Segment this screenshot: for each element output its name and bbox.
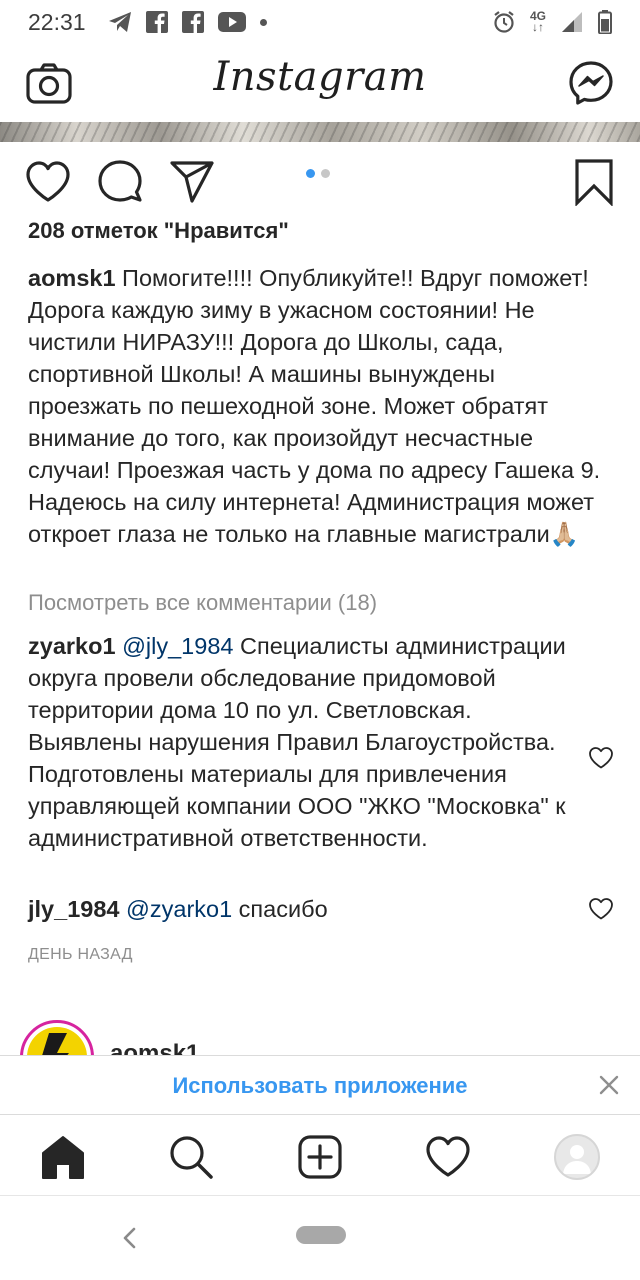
status-time: 22:31: [28, 8, 86, 35]
alarm-icon: [494, 11, 514, 33]
signal-icon: [562, 12, 582, 32]
share-direct-icon[interactable]: [168, 158, 216, 206]
comment-like-heart-icon[interactable]: [588, 746, 614, 770]
comment-icon[interactable]: [96, 158, 144, 206]
post-photo[interactable]: [0, 122, 640, 142]
bottom-navigation: [0, 1116, 640, 1196]
top-app-bar: Instagram: [0, 48, 640, 118]
network-type: 4G ↓↑: [529, 9, 546, 34]
carousel-dot-active: [306, 169, 315, 178]
profile-avatar[interactable]: [554, 1134, 600, 1180]
messenger-icon[interactable]: [568, 60, 614, 106]
telegram-icon: [108, 12, 131, 32]
caption-text: Помогите!!!! Опубликуйте!! Вдруг поможет…: [28, 265, 601, 547]
facebook-icon: [145, 11, 168, 33]
status-bar: 22:31 4G ↓↑: [0, 0, 640, 44]
view-all-comments-link[interactable]: Посмотреть все комментарии (18): [28, 590, 377, 616]
system-navigation-bar: [0, 1197, 640, 1280]
comment-username[interactable]: jly_1984: [28, 896, 119, 922]
open-app-banner: Использовать приложение: [0, 1055, 640, 1115]
carousel-indicator: [306, 169, 330, 178]
post-timestamp: ДЕНЬ НАЗАД: [28, 946, 133, 963]
comment-text: спасибо: [232, 896, 328, 922]
like-heart-icon[interactable]: [24, 158, 72, 206]
post-caption: aomsk1 Помогите!!!! Опубликуйте!! Вдруг …: [28, 262, 614, 550]
notification-dot-icon: [259, 18, 267, 26]
instagram-logo: Instagram: [213, 54, 427, 100]
youtube-icon: [217, 12, 246, 32]
default-avatar-icon: [563, 1145, 591, 1174]
comment-username[interactable]: zyarko1: [28, 633, 116, 659]
comment-like-heart-icon[interactable]: [588, 897, 614, 921]
battery-icon: [598, 10, 612, 34]
likes-count[interactable]: 208 отметок "Нравится": [28, 218, 289, 244]
bookmark-icon[interactable]: [570, 158, 618, 206]
caption-username[interactable]: aomsk1: [28, 265, 116, 291]
comment-mention[interactable]: @zyarko1: [126, 896, 232, 922]
comment-item: zyarko1 @jly_1984 Специалисты администра…: [28, 630, 588, 854]
facebook-icon-2: [181, 11, 204, 33]
search-icon[interactable]: [168, 1134, 214, 1180]
close-icon[interactable]: [598, 1074, 620, 1096]
home-icon[interactable]: [40, 1134, 86, 1180]
back-chevron-icon[interactable]: [118, 1225, 142, 1251]
use-app-link[interactable]: Использовать приложение: [0, 1073, 640, 1099]
carousel-dot: [321, 169, 330, 178]
activity-heart-icon[interactable]: [425, 1134, 471, 1180]
comment-text: Специалисты администрации округа провели…: [28, 633, 566, 851]
comment-mention[interactable]: @jly_1984: [122, 633, 233, 659]
home-pill[interactable]: [296, 1226, 346, 1244]
comment-item: jly_1984 @zyarko1 спасибо: [28, 893, 588, 925]
new-post-icon[interactable]: [297, 1134, 343, 1180]
post-action-row: [0, 154, 640, 210]
